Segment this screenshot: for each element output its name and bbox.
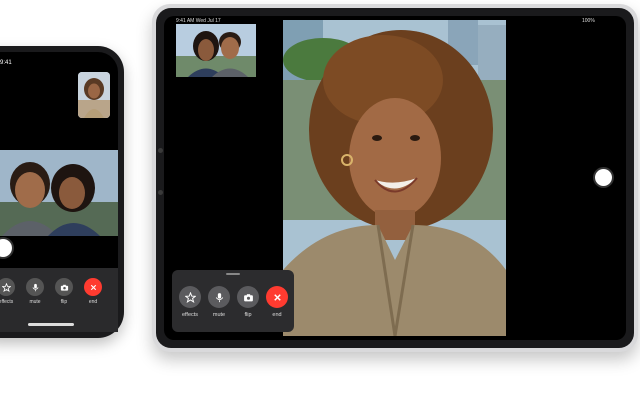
phone-status-time: 9:41: [0, 60, 12, 66]
phone-mute-label: mute: [29, 299, 41, 305]
phone-flip-button[interactable]: flip: [54, 278, 74, 305]
ipad-shutter-button[interactable]: [595, 169, 612, 186]
controls-drag-handle[interactable]: [226, 273, 240, 275]
ipad-control-row: effects mute flip end: [178, 286, 289, 318]
ipad-mute-label: mute: [212, 312, 226, 318]
ipad-effects-button[interactable]: effects: [178, 286, 202, 318]
phone-home-indicator: [28, 323, 74, 326]
ipad-mute-button[interactable]: mute: [207, 286, 231, 318]
camera-flip-icon: [60, 284, 68, 291]
mic-icon: [215, 292, 223, 302]
phone-remote-video: [0, 150, 118, 236]
phone-end-label: end: [88, 299, 98, 305]
ipad-flip-button[interactable]: flip: [236, 286, 260, 318]
ipad-sensor: [158, 190, 163, 195]
phone-effects-button[interactable]: effects: [0, 278, 16, 305]
ipad-end-label: end: [272, 312, 282, 318]
ipad-remote-video: [283, 20, 506, 336]
phone-effects-label: effects: [0, 299, 14, 305]
phone-end-button[interactable]: end: [83, 278, 103, 305]
ipad-battery-status: 100%: [582, 18, 595, 24]
mic-icon: [32, 283, 38, 291]
ipad-effects-label: effects: [181, 312, 199, 318]
ipad-end-button[interactable]: end: [265, 286, 289, 318]
close-icon: [273, 293, 281, 301]
ipad-camera: [158, 148, 163, 153]
phone-self-view[interactable]: [78, 72, 110, 118]
ipad-flip-label: flip: [244, 312, 252, 318]
phone-flip-label: flip: [60, 299, 68, 305]
phone-control-row: effects mute flip end: [0, 278, 103, 305]
star-icon: [1, 282, 11, 292]
ipad-self-view[interactable]: [176, 24, 256, 77]
camera-flip-icon: [243, 293, 253, 301]
star-icon: [184, 291, 196, 303]
phone-mute-button[interactable]: mute: [25, 278, 45, 305]
close-icon: [90, 284, 96, 290]
